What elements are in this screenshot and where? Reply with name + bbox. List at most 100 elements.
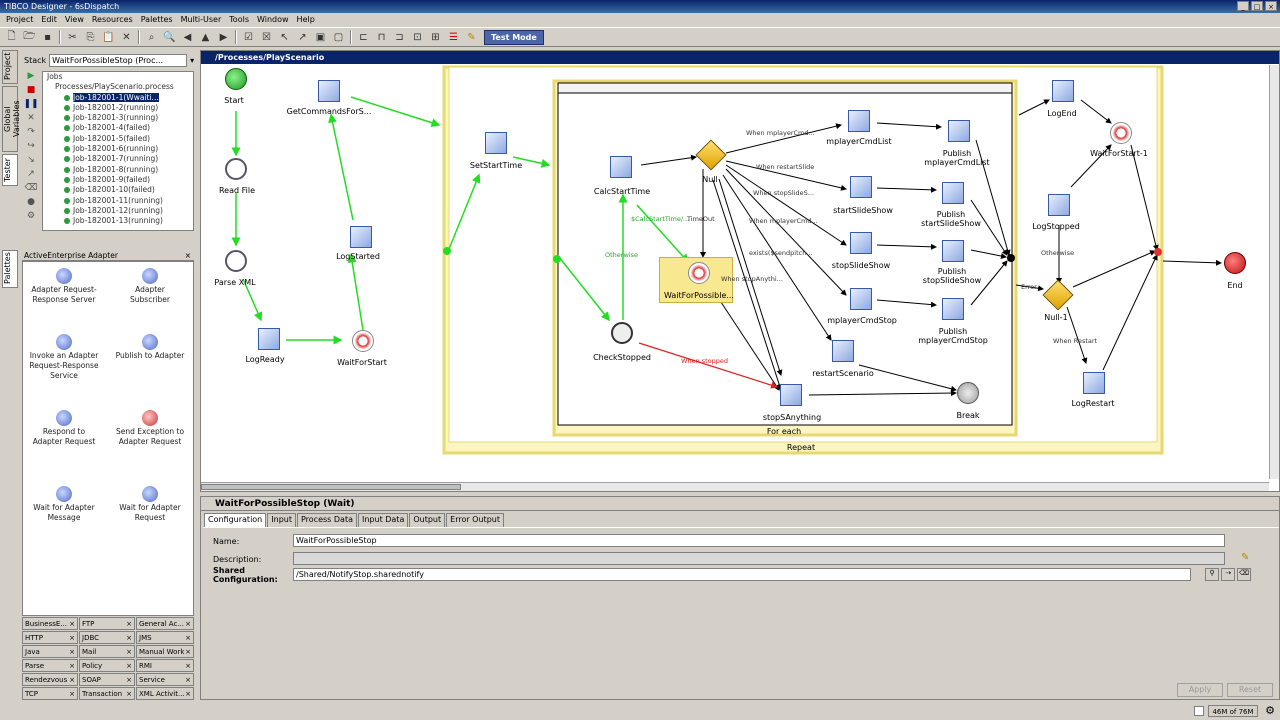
palette-tab[interactable]: FTP × [79, 617, 135, 630]
maximize-button[interactable]: □ [1251, 1, 1263, 11]
note-icon[interactable]: ▣ [312, 29, 329, 45]
parse-xml-icon[interactable] [225, 250, 247, 272]
minimize-button[interactable]: _ [1237, 1, 1249, 11]
up-icon[interactable]: ▲ [197, 29, 214, 45]
job-row[interactable]: Job-182001-10(failed) [43, 185, 193, 195]
copy-icon[interactable]: ⎘ [82, 29, 99, 45]
palette-tab[interactable]: Parse × [22, 659, 78, 672]
mplayer-cmd-stop-icon[interactable] [850, 288, 872, 310]
publish-stop-slide-show-icon[interactable] [942, 240, 964, 262]
menu-window[interactable]: Window [253, 15, 293, 24]
start-slide-show-icon[interactable] [850, 176, 872, 198]
breakpoints-icon[interactable]: ● [22, 197, 40, 211]
shared-config-field[interactable]: /Shared/NotifyStop.sharednotify [293, 568, 1191, 581]
pause-icon[interactable]: ❚❚ [22, 99, 40, 113]
menu-tools[interactable]: Tools [225, 15, 253, 24]
group-icon[interactable]: ▢ [330, 29, 347, 45]
calc-start-time-icon[interactable] [610, 156, 632, 178]
palette-tab[interactable]: Service × [136, 673, 194, 686]
stop-slide-show-icon[interactable] [850, 232, 872, 254]
back-icon[interactable]: ◀ [179, 29, 196, 45]
wait-possible-icon[interactable] [688, 262, 710, 284]
menu-project[interactable]: Project [2, 15, 37, 24]
palette-tab[interactable]: Rendezvous × [22, 673, 78, 686]
description-field[interactable] [293, 552, 1225, 565]
palette-tab[interactable]: JMS × [136, 631, 194, 644]
job-row[interactable]: Job-182001-8(running) [43, 165, 193, 175]
save-icon[interactable]: ▪ [39, 29, 56, 45]
palette-tab[interactable]: General Ac... × [136, 617, 194, 630]
palette-tab[interactable]: BusinessE... × [22, 617, 78, 630]
forward-icon[interactable]: ▶ [215, 29, 232, 45]
apply-button[interactable]: Apply [1177, 683, 1223, 697]
palette-tab[interactable]: Transaction × [79, 687, 135, 700]
palette-tab[interactable]: Java × [22, 645, 78, 658]
tab-configuration[interactable]: Configuration [204, 513, 267, 527]
log-stopped-icon[interactable] [1048, 194, 1070, 216]
tree-root[interactable]: Jobs [43, 72, 193, 82]
reset-button[interactable]: Reset [1227, 683, 1273, 697]
edit-pencil-icon[interactable]: ✎ [1241, 552, 1249, 563]
open-icon[interactable]: 🗁 [21, 29, 38, 45]
publish-mplayer-cmd-stop-icon[interactable] [942, 298, 964, 320]
align-left-icon[interactable]: ⊏ [355, 29, 372, 45]
clear-icon[interactable]: ⌫ [22, 183, 40, 197]
log-started-icon[interactable] [350, 226, 372, 248]
get-commands-icon[interactable] [318, 80, 340, 102]
search-icon[interactable]: 🔍 [161, 29, 178, 45]
breakpoint-icon[interactable]: ☰ [445, 29, 462, 45]
align-center-icon[interactable]: ⊓ [373, 29, 390, 45]
scroll-thumb[interactable] [201, 484, 461, 490]
validate-icon[interactable]: ☑ [240, 29, 257, 45]
palette-item[interactable]: Respond to Adapter Request [29, 410, 99, 447]
tab-error-output[interactable]: Error Output [446, 513, 504, 527]
run-icon[interactable]: ▶ [22, 71, 40, 85]
kill-icon[interactable]: ✕ [22, 113, 40, 127]
log-restart-icon[interactable] [1083, 372, 1105, 394]
menu-edit[interactable]: Edit [37, 15, 61, 24]
close-icon[interactable]: × [185, 250, 191, 261]
end-icon[interactable] [1224, 252, 1246, 274]
tab-output[interactable]: Output [409, 513, 446, 527]
log-ready-icon[interactable] [258, 328, 280, 350]
menu-resources[interactable]: Resources [88, 15, 137, 24]
step-into-icon[interactable]: ↘ [22, 155, 40, 169]
step-out-icon[interactable]: ↗ [22, 169, 40, 183]
job-row[interactable]: Job-182001-12(running) [43, 206, 193, 216]
transition-icon[interactable]: ↗ [294, 29, 311, 45]
tab-palettes[interactable]: Palettes [2, 250, 18, 288]
job-row[interactable]: Job-182001-1(Wwaiti... [43, 92, 193, 103]
tab-global-variables[interactable]: Global Variables [2, 86, 21, 152]
palette-tab[interactable]: Mail × [79, 645, 135, 658]
layout-icon[interactable]: ⊞ [427, 29, 444, 45]
tab-input-data[interactable]: Input Data [357, 513, 409, 527]
tab-project[interactable]: Project [2, 50, 18, 84]
palette-item[interactable]: Publish to Adapter [115, 334, 185, 361]
palette-tab[interactable]: TCP × [22, 687, 78, 700]
job-row[interactable]: Job-182001-2(running) [43, 103, 193, 113]
palette-tab[interactable]: JDBC × [79, 631, 135, 644]
new-icon[interactable]: 🗋 [3, 29, 20, 45]
palette-item[interactable]: Invoke an Adapter Request-Response Servi… [29, 334, 99, 381]
stop-icon[interactable]: ■ [22, 85, 40, 99]
palette-item[interactable]: Wait for Adapter Request [115, 486, 185, 523]
align-right-icon[interactable]: ⊐ [391, 29, 408, 45]
wait-for-start-1-icon[interactable] [1110, 122, 1132, 144]
publish-start-slide-show-icon[interactable] [942, 182, 964, 204]
job-row[interactable]: Job-182001-11(running) [43, 196, 193, 206]
palette-tab[interactable]: RMI × [136, 659, 194, 672]
tab-input[interactable]: Input [267, 513, 296, 527]
menu-multi-user[interactable]: Multi-User [177, 15, 226, 24]
mplayer-cmd-list-icon[interactable] [848, 110, 870, 132]
palette-tab[interactable]: HTTP × [22, 631, 78, 644]
restart-scenario-icon[interactable] [832, 340, 854, 362]
status-checkbox[interactable] [1194, 706, 1204, 716]
palette-item[interactable]: Adapter Request-Response Server [29, 268, 99, 305]
vertical-scrollbar[interactable] [1269, 65, 1279, 479]
goto-resource-icon[interactable]: ⇢ [1221, 568, 1235, 581]
job-row[interactable]: Job-182001-4(failed) [43, 123, 193, 133]
test-mode-button[interactable]: Test Mode [484, 29, 544, 45]
stack-select[interactable]: WaitForPossibleStop (Proc... [49, 54, 188, 67]
stop-s-anything-icon[interactable] [780, 384, 802, 406]
cut-icon[interactable]: ✂ [64, 29, 81, 45]
